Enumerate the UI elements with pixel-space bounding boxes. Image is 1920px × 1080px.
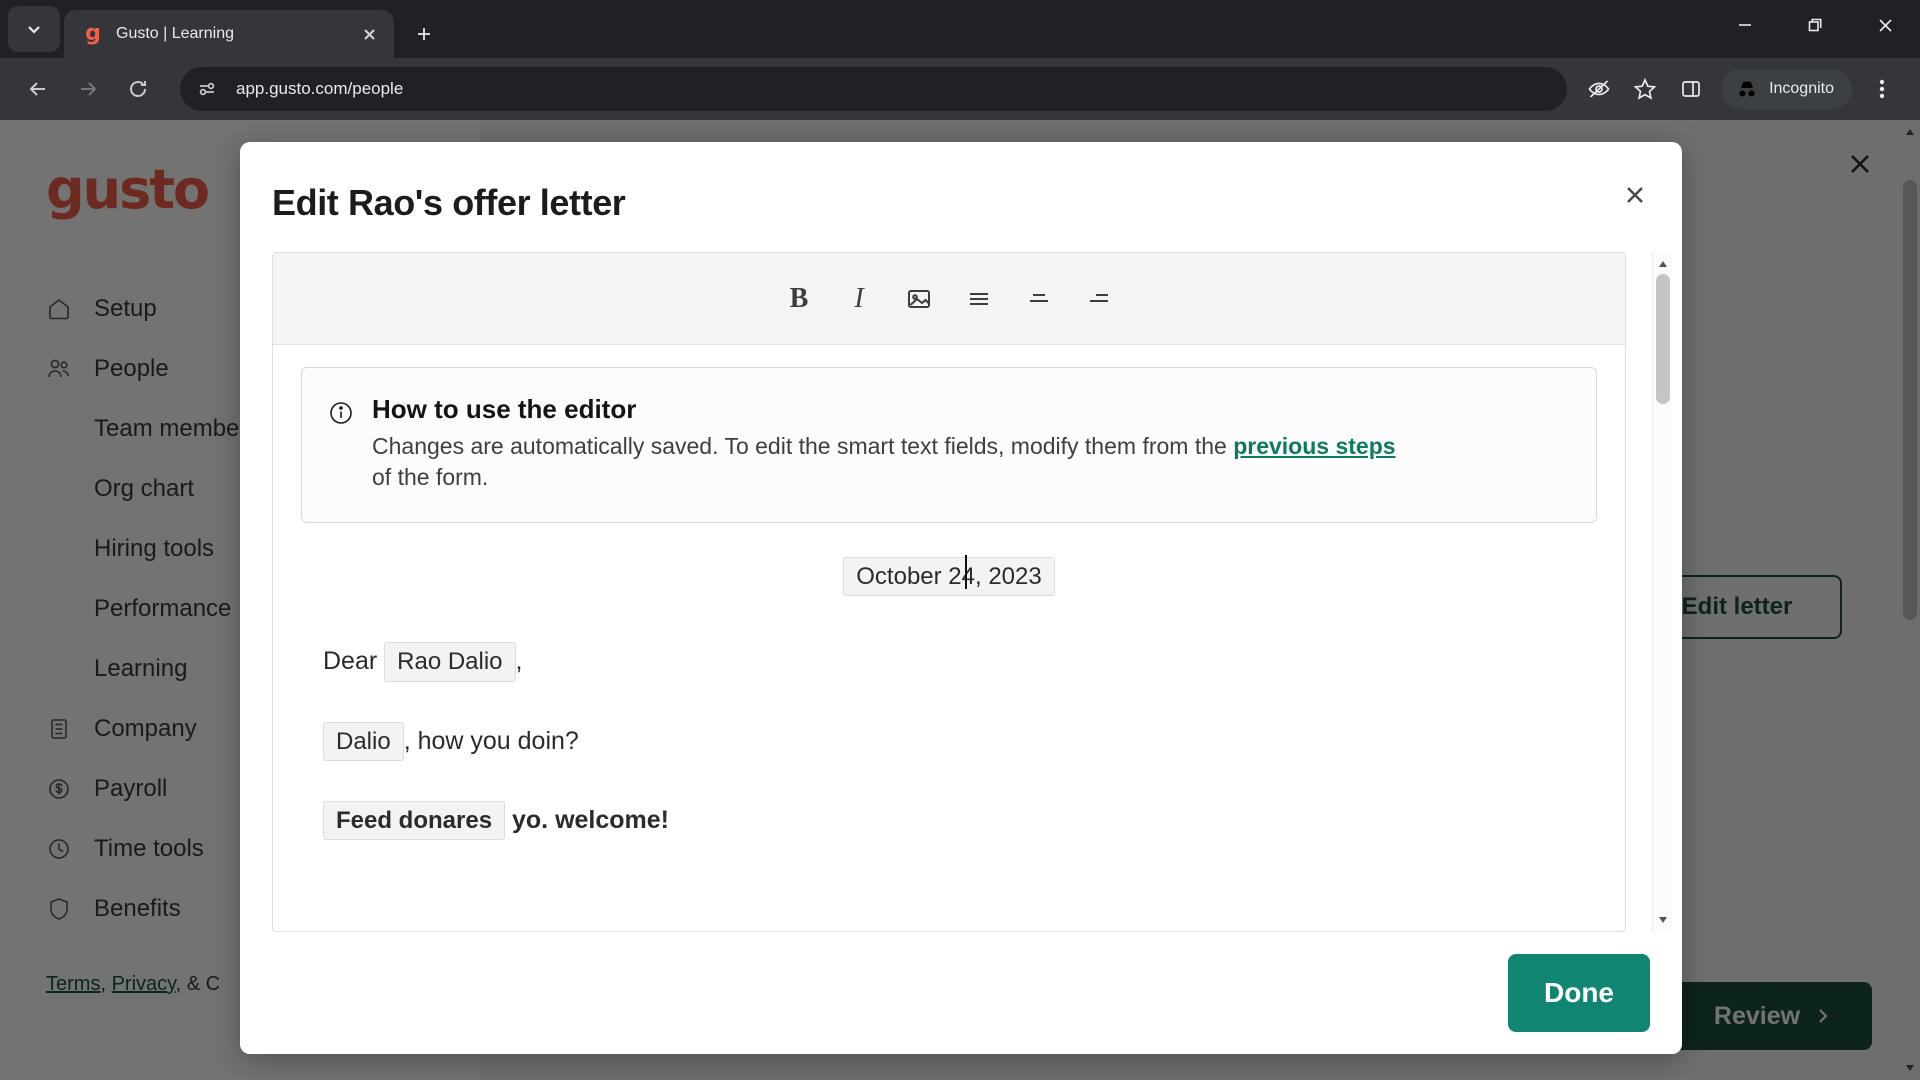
star-icon[interactable]: [1623, 67, 1667, 111]
side-panel-icon[interactable]: [1669, 67, 1713, 111]
window-close-icon[interactable]: [1850, 0, 1920, 50]
info-circle-icon: [328, 400, 354, 492]
tab-close-icon[interactable]: [356, 21, 382, 47]
gusto-favicon-icon: g: [85, 21, 101, 46]
modal-title: Edit Rao's offer letter: [272, 182, 626, 223]
address-bar[interactable]: app.gusto.com/people: [180, 67, 1568, 111]
new-tab-icon[interactable]: [404, 14, 444, 54]
rich-text-editor: B I How to use the editor Changes are au…: [272, 252, 1626, 932]
letter-line-2: Dalio, how you doin?: [323, 721, 1575, 761]
eye-slash-icon[interactable]: [1577, 67, 1621, 111]
done-button[interactable]: Done: [1508, 954, 1650, 1032]
browser-toolbar: app.gusto.com/people Incognito: [0, 58, 1920, 120]
site-settings-icon[interactable]: [190, 72, 224, 106]
url-text: app.gusto.com/people: [236, 79, 404, 98]
modal-scrollbar[interactable]: [1652, 252, 1672, 932]
toolbar-actions: Incognito: [1577, 67, 1904, 111]
editor-canvas[interactable]: How to use the editor Changes are automa…: [273, 345, 1625, 931]
back-arrow-icon[interactable]: [16, 67, 60, 111]
bold-icon[interactable]: B: [775, 275, 823, 323]
tab-strip: g Gusto | Learning: [0, 0, 1920, 58]
offer-letter-content[interactable]: October 24, 2023 Dear Rao Dalio, Dalio, …: [301, 523, 1597, 840]
italic-icon[interactable]: I: [835, 275, 883, 323]
letter-date-row: October 24, 2023: [323, 555, 1575, 597]
modal-header: Edit Rao's offer letter: [240, 142, 1682, 252]
minimize-icon[interactable]: [1710, 0, 1780, 50]
letter-line-2-text: , how you doin?: [403, 726, 579, 755]
callout-text-after: of the form.: [372, 463, 489, 490]
modal-scroll-up-arrow-icon[interactable]: [1653, 254, 1673, 274]
incognito-hat-icon: [1739, 81, 1755, 97]
page-viewport: gusto Setup People Team members Org char…: [0, 120, 1920, 1080]
incognito-profile-button[interactable]: Incognito: [1721, 69, 1852, 109]
incognito-label: Incognito: [1769, 80, 1834, 97]
align-left-icon[interactable]: [955, 275, 1003, 323]
image-icon[interactable]: [895, 275, 943, 323]
text-caret: [965, 555, 967, 590]
callout-text: Changes are automatically saved. To edit…: [372, 431, 1412, 492]
salutation-prefix: Dear: [323, 647, 378, 676]
edit-offer-letter-modal: Edit Rao's offer letter B I How to use t…: [240, 142, 1682, 1054]
editor-toolbar: B I: [273, 253, 1625, 345]
window-controls: [1710, 0, 1920, 50]
letter-line-3-text: yo. welcome!: [512, 805, 669, 834]
previous-steps-link[interactable]: previous steps: [1233, 433, 1395, 459]
letter-salutation-line: Dear Rao Dalio,: [323, 642, 1575, 682]
modal-scrollbar-thumb[interactable]: [1656, 274, 1670, 404]
salutation-suffix: ,: [515, 647, 523, 676]
modal-close-icon[interactable]: [1612, 172, 1658, 218]
modal-body: B I How to use the editor Changes are au…: [240, 252, 1682, 932]
date-chip[interactable]: October 24, 2023: [843, 557, 1055, 597]
callout-title: How to use the editor: [372, 394, 637, 424]
restore-window-icon[interactable]: [1780, 0, 1850, 50]
browser-tab[interactable]: g Gusto | Learning: [64, 10, 394, 58]
reload-icon[interactable]: [116, 67, 160, 111]
tab-search-icon[interactable]: [8, 6, 60, 52]
bold-glyph: B: [789, 282, 809, 314]
browser-window: g Gusto | Learning app.gusto.com/people …: [0, 0, 1920, 1080]
modal-scroll-down-arrow-icon[interactable]: [1653, 910, 1673, 930]
forward-arrow-icon[interactable]: [66, 67, 110, 111]
employee-name-chip[interactable]: Rao Dalio: [384, 642, 516, 682]
how-to-use-editor-callout: How to use the editor Changes are automa…: [301, 367, 1597, 524]
first-name-chip[interactable]: Dalio: [323, 721, 404, 761]
align-right-icon[interactable]: [1075, 275, 1123, 323]
three-dot-menu-icon[interactable]: [1860, 67, 1904, 111]
tab-title: Gusto | Learning: [116, 25, 235, 42]
modal-footer: Done: [240, 932, 1682, 1054]
italic-glyph: I: [854, 282, 864, 314]
align-center-icon[interactable]: [1015, 275, 1063, 323]
callout-text-before: Changes are automatically saved. To edit…: [372, 433, 1234, 459]
job-title-chip[interactable]: Feed donares: [323, 800, 506, 840]
letter-line-3: Feed donares yo. welcome!: [323, 800, 1575, 840]
